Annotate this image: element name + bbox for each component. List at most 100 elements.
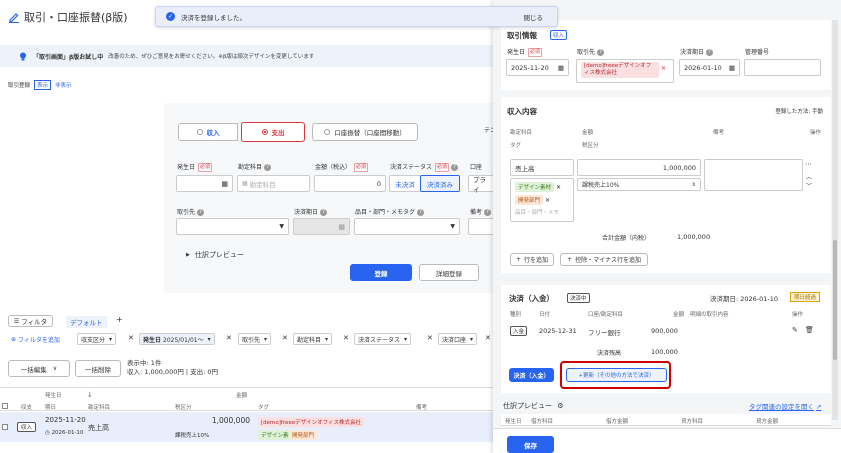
settlement-header-date: 日付 (539, 312, 551, 318)
partner-select[interactable]: ▼ (176, 218, 289, 235)
filter-chip-type[interactable]: 収支区分 ▾ (77, 333, 117, 345)
header-type[interactable]: 収支 (21, 403, 32, 411)
journal-header-date: 発生日 (505, 419, 522, 425)
tab-transfer[interactable]: 口座振替（口座間移動） (312, 123, 418, 141)
calendar-icon: ▦ (338, 222, 345, 231)
content-account-input[interactable]: 売上高 (510, 159, 574, 176)
page-header: 取引・口座振替(β版) (8, 9, 128, 25)
content-amount-input[interactable]: 1,000,000 (577, 159, 701, 176)
radio-icon (324, 129, 331, 135)
save-button[interactable]: 保存 (507, 436, 554, 453)
info-partner-select[interactable]: [demo]freeeデザインオフィス株式会社 ✕ (576, 59, 674, 83)
page-title: 取引・口座振替(β版) (24, 11, 128, 24)
header-memo[interactable]: 備考 (416, 403, 427, 411)
header-amount[interactable]: 金額 (236, 391, 247, 399)
register-button[interactable]: 登録 (350, 264, 412, 281)
info-title: 取引情報 (507, 31, 537, 40)
settlement-row-type: 入金 (510, 326, 528, 336)
view-toggle-show[interactable]: 表示 (34, 80, 52, 90)
select-all-checkbox[interactable] (2, 403, 8, 409)
calendar-icon: ▦ (557, 63, 564, 72)
add-deduct-row-button[interactable]: + 控除・マイナス行を追加 (560, 253, 648, 266)
filter-chip-koza[interactable]: 決済口座 ▾ (438, 333, 478, 345)
add-tab-button[interactable]: + (116, 315, 123, 324)
list-summary: 表示中: 1件 収入: 1,000,000円 | 支出: 0円 (127, 359, 218, 377)
header-date-top[interactable]: 発生日 (45, 391, 62, 399)
breadcrumb-label: 取引登録 (8, 83, 31, 89)
close-icon[interactable]: ✕ (128, 334, 134, 342)
close-icon[interactable]: ✕ (343, 334, 349, 342)
overdue-badge: 期日超過 (790, 292, 821, 302)
filter-chip-date[interactable]: 発生日 2025/01/01〜 ▾ (139, 333, 215, 345)
close-icon[interactable]: ✕ (282, 334, 288, 342)
sort-down-icon[interactable]: ↓ (87, 391, 93, 399)
item-label: 品目・部門・メモタグ? (355, 207, 425, 216)
content-memo-input[interactable] (704, 159, 803, 191)
edit-icon[interactable]: ✎ (792, 326, 798, 334)
header-account[interactable]: 勘定科目 (88, 403, 110, 411)
status-unsettled[interactable]: 未決済 (389, 175, 421, 192)
journal-header-debit-amount: 借方金額 (606, 419, 629, 425)
memo-input[interactable] (468, 218, 496, 235)
trash-icon[interactable]: 🗑 (805, 326, 814, 334)
add-row-button[interactable]: + 行を追加 (510, 253, 554, 266)
filter-chip-partner[interactable]: 取引先 ▾ (238, 333, 272, 345)
scrollbar[interactable] (832, 20, 838, 420)
account-input[interactable]: ▦ 勘定科目 (237, 175, 310, 192)
caret-right-icon: ▶ (186, 252, 190, 258)
view-toggle-hide[interactable]: 非表示 (55, 81, 72, 89)
content-tag-design: デザイン素材 (515, 182, 555, 192)
content-header-memo: 備考 (713, 130, 725, 136)
content-tag-select[interactable]: デザイン素材 ✕ 開発部門 ✕ 品目・部門・メモ (510, 178, 574, 222)
info-manage-input[interactable] (744, 59, 821, 76)
header-due[interactable]: 期日 (45, 403, 56, 411)
close-icon[interactable]: ✕ (485, 334, 491, 342)
bulk-delete-button[interactable]: 一括削除 (75, 360, 121, 377)
row-checkbox[interactable] (2, 424, 8, 430)
filter-button[interactable]: ☰ フィルタ (8, 315, 53, 327)
close-icon[interactable]: ✕ (226, 334, 232, 342)
remain-label: 決済残高 (597, 350, 622, 357)
tag-placeholder: 品目・部門・メモ (515, 210, 560, 216)
settle-date-input[interactable]: ▦ (293, 218, 350, 235)
content-header-ops: 操作 (810, 130, 822, 136)
tag-settings-link[interactable]: タグ関連の設定を開く ↗ (749, 401, 821, 411)
tab-expense[interactable]: 支出 (241, 122, 305, 142)
toast-close-button[interactable]: 閉じる (524, 12, 544, 22)
close-icon[interactable]: ✕ (661, 65, 666, 72)
header-tag[interactable]: タグ (258, 403, 269, 411)
date-input[interactable]: ▦ (176, 175, 233, 192)
content-tax-select[interactable]: 課税売上10% ⇕ (577, 178, 701, 191)
info-settle-input[interactable]: 2026-01-10 ▦ (679, 59, 740, 76)
filter-chip-status[interactable]: 決済ステータス ▾ (354, 333, 412, 345)
info-badge: 収入 (550, 30, 568, 40)
settle-button[interactable]: 決済（入金） (509, 368, 554, 382)
filter-chip-account[interactable]: 勘定科目 ▾ (293, 333, 333, 345)
settlement-due: 決済期日: 2026-01-10 (710, 295, 779, 303)
update-other-method-button[interactable]: +更新（その他の方法で決済） (566, 368, 667, 382)
header-tax[interactable]: 税区分 (175, 403, 192, 411)
tab-default[interactable]: デフォルト (66, 316, 107, 328)
more-icon[interactable]: ⋯ (805, 160, 812, 168)
chevron-down-icon[interactable]: ﹀ (806, 181, 812, 190)
close-icon[interactable]: ✕ (427, 334, 433, 342)
detail-register-button[interactable]: 詳細登録 (419, 264, 479, 281)
amount-input[interactable]: 0 (314, 175, 386, 192)
content-title: 収入内容 (507, 107, 537, 116)
scrollbar-thumb[interactable] (833, 240, 837, 360)
settle-date-label: 決済期日? (294, 207, 328, 216)
chevron-up-icon[interactable]: ︿ (806, 172, 812, 181)
item-select[interactable]: ▼ (354, 218, 460, 235)
table-row[interactable]: 収入 2025-11-20 ◷ 2026-01-10 売上高 1,000,000… (0, 412, 496, 442)
add-filter-button[interactable]: ⊕ フィルタを追加 (8, 333, 63, 345)
journal-preview-toggle[interactable]: ▶ 仕訳プレビュー (186, 250, 244, 260)
journal-header-credit: 貸方科目 (681, 419, 704, 425)
info-date-input[interactable]: 2025-11-20 ▦ (506, 59, 569, 76)
koza-select[interactable]: プライ (468, 175, 496, 194)
gear-icon[interactable]: ⚙ (557, 402, 563, 410)
tab-income[interactable]: 収入 (178, 123, 238, 141)
settlement-header-type: 種別 (510, 312, 522, 318)
status-settled[interactable]: 決済済み (420, 175, 460, 192)
bulk-edit-button[interactable]: 一括編集 ∨ (8, 360, 70, 377)
total-amount: 1,000,000 (677, 233, 711, 241)
